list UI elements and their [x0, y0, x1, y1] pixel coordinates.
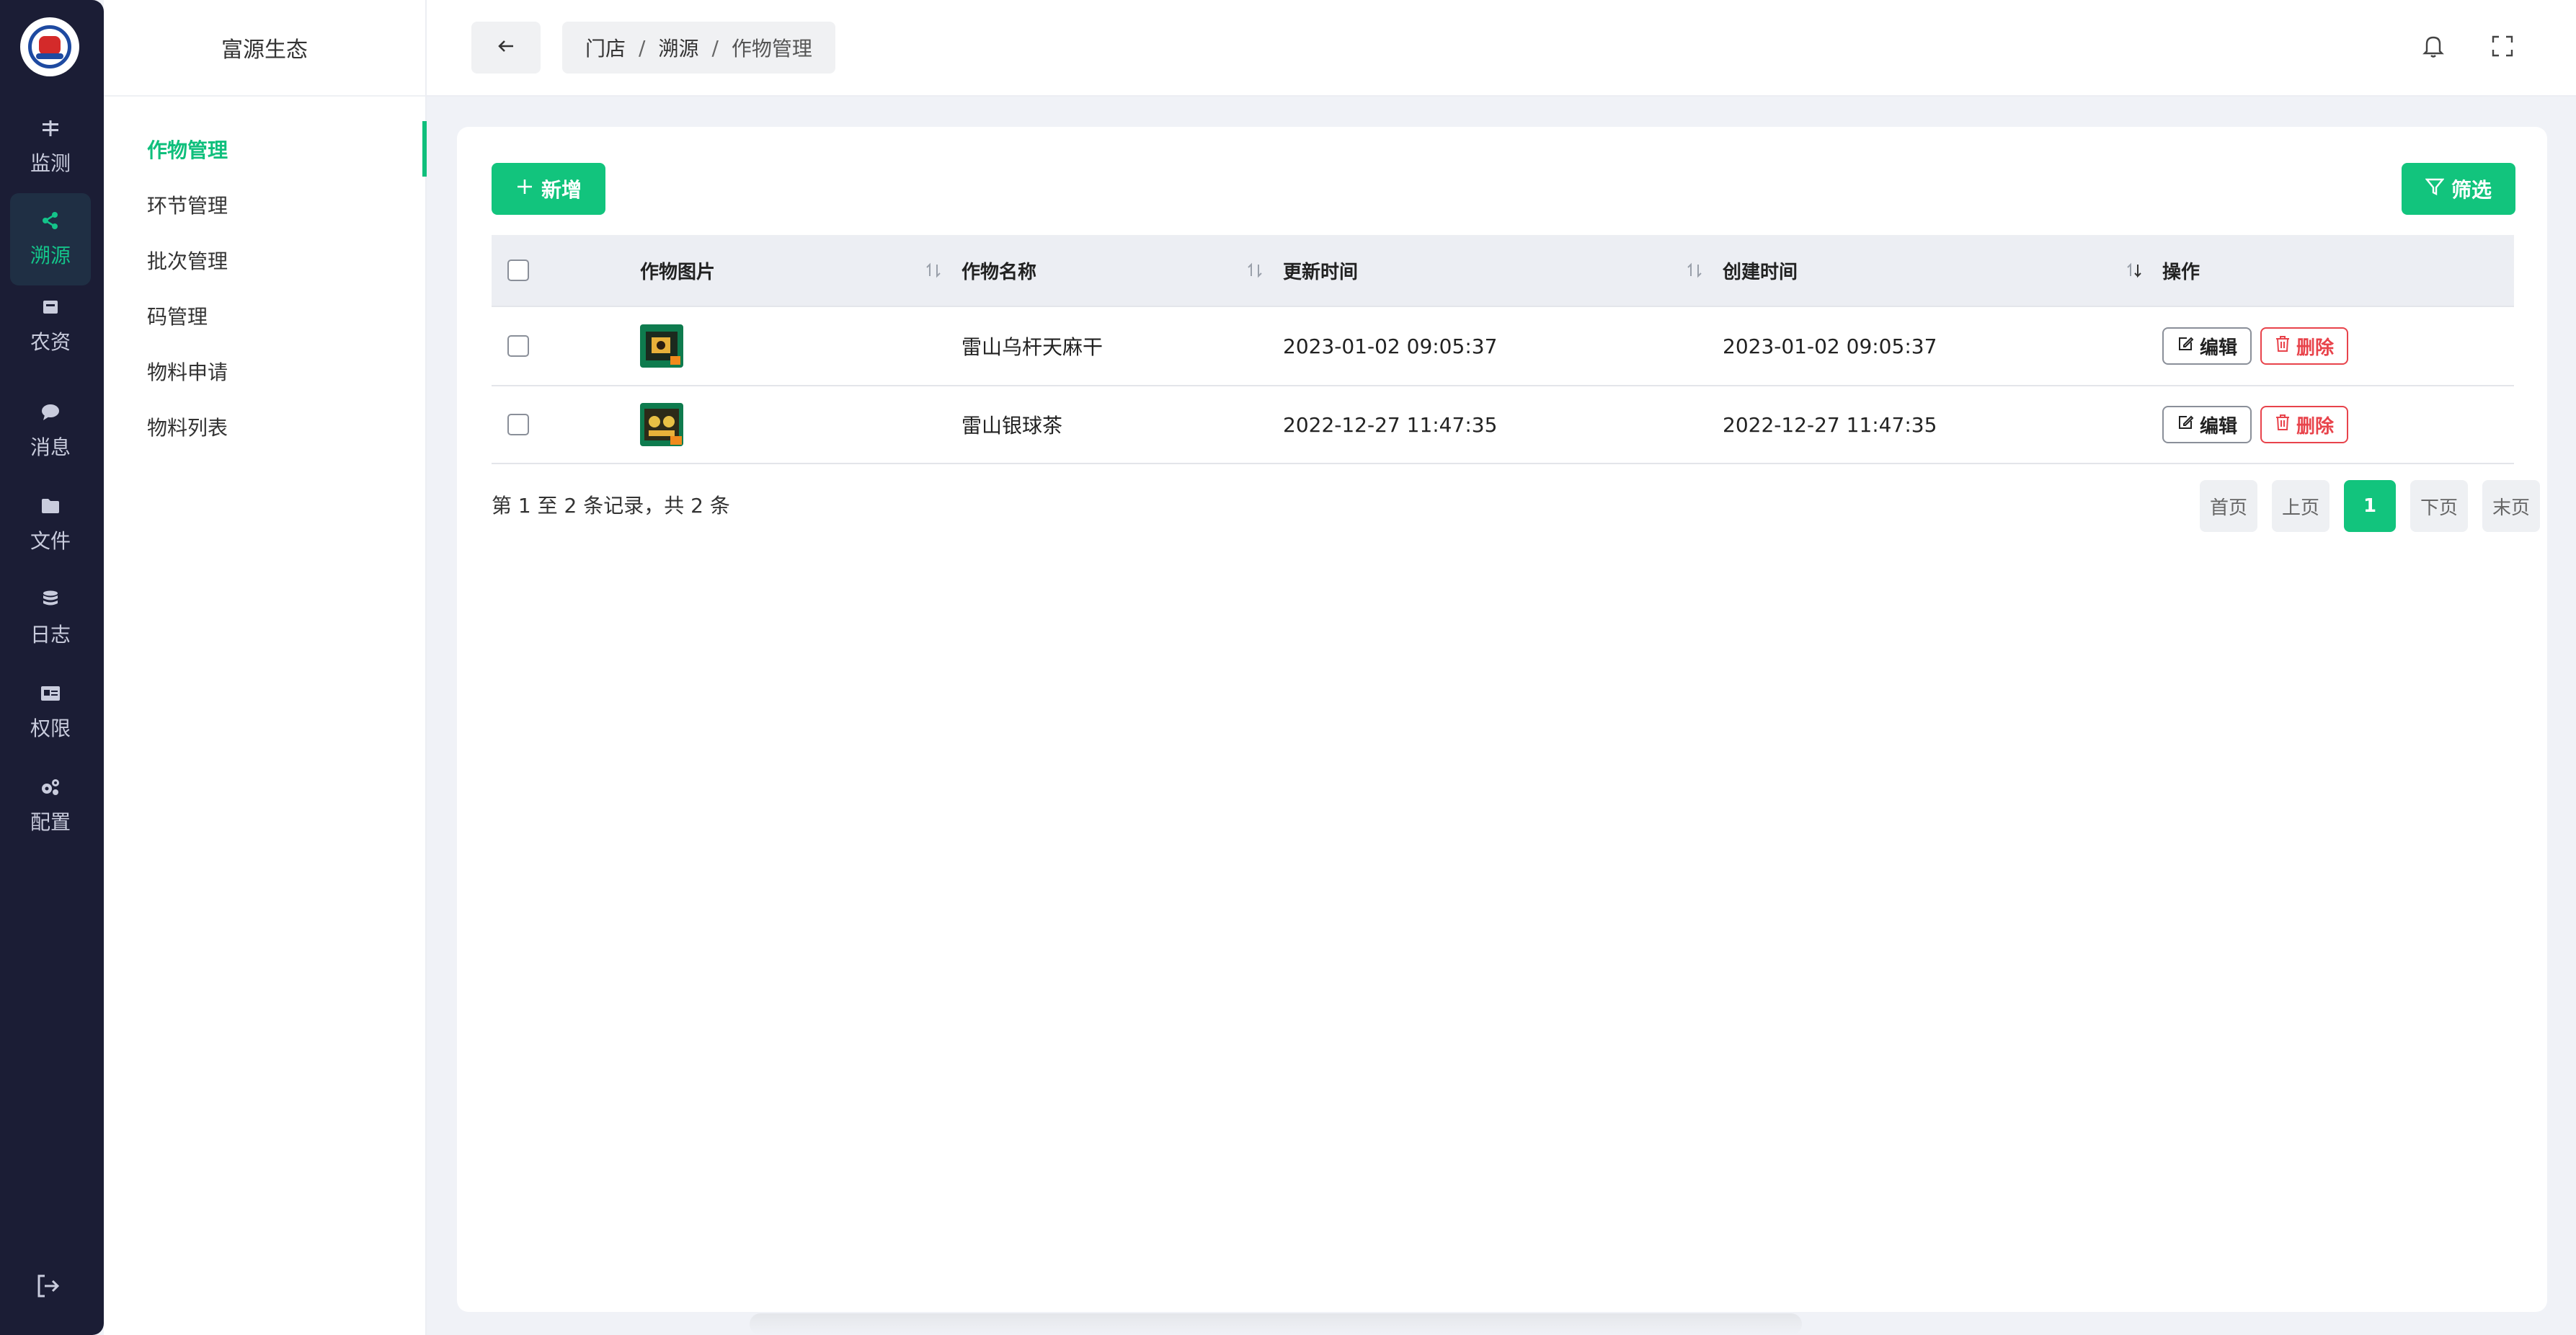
- submenu-item-stage[interactable]: 环节管理: [104, 177, 425, 232]
- rail-item-logs[interactable]: 日志: [10, 572, 91, 665]
- submenu-title: 富源生态: [104, 0, 425, 97]
- sort-icon[interactable]: [1245, 261, 1264, 280]
- updated-time: 2023-01-02 09:05:37: [1283, 334, 1498, 358]
- crop-image[interactable]: [640, 324, 683, 368]
- sub-menu: 富源生态 作物管理 环节管理 批次管理 码管理 物料申请 物料列表: [104, 0, 427, 1335]
- breadcrumb-separator: /: [639, 35, 646, 60]
- edit-icon: [2177, 335, 2200, 358]
- records-summary: 第 1 至 2 条记录，共 2 条: [492, 494, 730, 518]
- column-header-actions: 操作: [2162, 261, 2200, 283]
- sort-icon[interactable]: [924, 261, 943, 280]
- app-logo[interactable]: [20, 17, 79, 76]
- breadcrumb: 门店 / 溯源 / 作物管理: [562, 22, 835, 74]
- sort-icon[interactable]: [1685, 261, 1704, 280]
- rail-item-supplies[interactable]: 农资: [10, 280, 91, 372]
- box-icon: [40, 296, 61, 318]
- funnel-icon: [2425, 177, 2451, 201]
- logout-icon[interactable]: [33, 1272, 65, 1303]
- created-time: 2022-12-27 11:47:35: [1723, 412, 1937, 437]
- select-all-checkbox[interactable]: [507, 260, 529, 281]
- breadcrumb-separator: /: [711, 35, 719, 60]
- submenu-item-material-list[interactable]: 物料列表: [104, 399, 425, 454]
- rail-item-monitor[interactable]: 监测: [10, 101, 91, 193]
- bell-icon[interactable]: [2417, 30, 2449, 62]
- rail-label: 文件: [30, 529, 71, 553]
- breadcrumb-trace[interactable]: 溯源: [658, 33, 698, 62]
- rail-label: 监测: [30, 151, 71, 175]
- delete-button-label: 删除: [2296, 337, 2335, 359]
- column-header-image: 作物图片: [640, 261, 716, 283]
- edit-icon: [2177, 414, 2200, 436]
- database-icon: [40, 589, 61, 611]
- rail-item-permissions[interactable]: 权限: [10, 666, 91, 758]
- add-button[interactable]: 新增: [492, 163, 605, 215]
- edit-button[interactable]: 编辑: [2162, 327, 2252, 365]
- arrow-left-icon: [495, 35, 517, 60]
- rail-item-trace[interactable]: 溯源: [10, 193, 91, 285]
- column-header-created: 创建时间: [1723, 261, 1798, 283]
- pager-first[interactable]: 首页: [2200, 480, 2257, 532]
- equal-icon: [40, 117, 61, 139]
- delete-button[interactable]: 删除: [2260, 327, 2349, 365]
- column-header-updated: 更新时间: [1283, 261, 1359, 283]
- crop-name: 雷山乌杆天麻干: [961, 335, 1103, 359]
- filter-button-label: 筛选: [2451, 178, 2492, 202]
- pager-prev[interactable]: 上页: [2272, 480, 2329, 532]
- crop-name: 雷山银球茶: [961, 414, 1063, 438]
- table-row: 雷山银球茶 2022-12-27 11:47:35 2022-12-27 11:…: [492, 385, 2514, 464]
- pager-current[interactable]: 1: [2344, 480, 2396, 532]
- content-card: 新增 筛选 作物图片 作物名称 更新时间 创建时间 操作 雷山乌杆天麻干 202…: [457, 127, 2547, 1312]
- pager-next[interactable]: 下页: [2410, 480, 2468, 532]
- pagination: 首页 上页 1 下页 末页: [2200, 480, 2540, 532]
- rail-label: 权限: [30, 717, 71, 740]
- rail-item-config[interactable]: 配置: [10, 760, 91, 852]
- sort-desc-icon[interactable]: [2125, 261, 2144, 280]
- filter-button[interactable]: 筛选: [2402, 163, 2515, 215]
- rail-label: 农资: [30, 330, 71, 354]
- breadcrumb-store[interactable]: 门店: [585, 33, 626, 62]
- delete-button[interactable]: 删除: [2260, 406, 2349, 443]
- submenu-item-crop[interactable]: 作物管理: [104, 121, 427, 177]
- rail-label: 配置: [30, 810, 71, 834]
- plus-icon: [515, 177, 541, 201]
- crop-image[interactable]: [640, 403, 683, 446]
- top-header: 门店 / 溯源 / 作物管理: [427, 0, 2576, 97]
- edit-button-label: 编辑: [2200, 337, 2238, 359]
- folder-icon: [40, 495, 61, 517]
- chat-icon: [40, 402, 61, 423]
- submenu-item-material-request[interactable]: 物料申请: [104, 343, 425, 399]
- back-button[interactable]: [471, 22, 541, 74]
- share-icon: [40, 210, 61, 231]
- bottom-shadow: [750, 1313, 1802, 1335]
- updated-time: 2022-12-27 11:47:35: [1283, 412, 1498, 437]
- edit-button[interactable]: 编辑: [2162, 406, 2252, 443]
- trash-icon: [2275, 335, 2296, 358]
- id-card-icon: [40, 683, 61, 704]
- add-button-label: 新增: [541, 178, 582, 202]
- rail-label: 溯源: [30, 244, 71, 267]
- crop-table: 作物图片 作物名称 更新时间 创建时间 操作 雷山乌杆天麻干 2023-01-0…: [492, 235, 2514, 464]
- rail-label: 日志: [30, 623, 71, 647]
- table-row: 雷山乌杆天麻干 2023-01-02 09:05:37 2023-01-02 0…: [492, 306, 2514, 385]
- column-header-name: 作物名称: [961, 261, 1037, 283]
- trash-icon: [2275, 414, 2296, 436]
- edit-button-label: 编辑: [2200, 415, 2238, 438]
- pager-last[interactable]: 末页: [2482, 480, 2540, 532]
- submenu-item-code[interactable]: 码管理: [104, 288, 425, 343]
- created-time: 2023-01-02 09:05:37: [1723, 334, 1937, 358]
- main-nav-rail: 监测 溯源 农资 消息 文件 日志 权限 配置: [0, 0, 104, 1335]
- rail-item-messages[interactable]: 消息: [10, 385, 91, 477]
- rail-label: 消息: [30, 435, 71, 459]
- gears-icon: [40, 776, 61, 798]
- row-checkbox[interactable]: [507, 414, 529, 435]
- delete-button-label: 删除: [2296, 415, 2335, 438]
- table-header: 作物图片 作物名称 更新时间 创建时间 操作: [492, 235, 2514, 306]
- breadcrumb-current: 作物管理: [731, 37, 812, 61]
- row-checkbox[interactable]: [507, 335, 529, 357]
- submenu-item-batch[interactable]: 批次管理: [104, 232, 425, 288]
- rail-item-files[interactable]: 文件: [10, 479, 91, 571]
- fullscreen-icon[interactable]: [2487, 30, 2518, 62]
